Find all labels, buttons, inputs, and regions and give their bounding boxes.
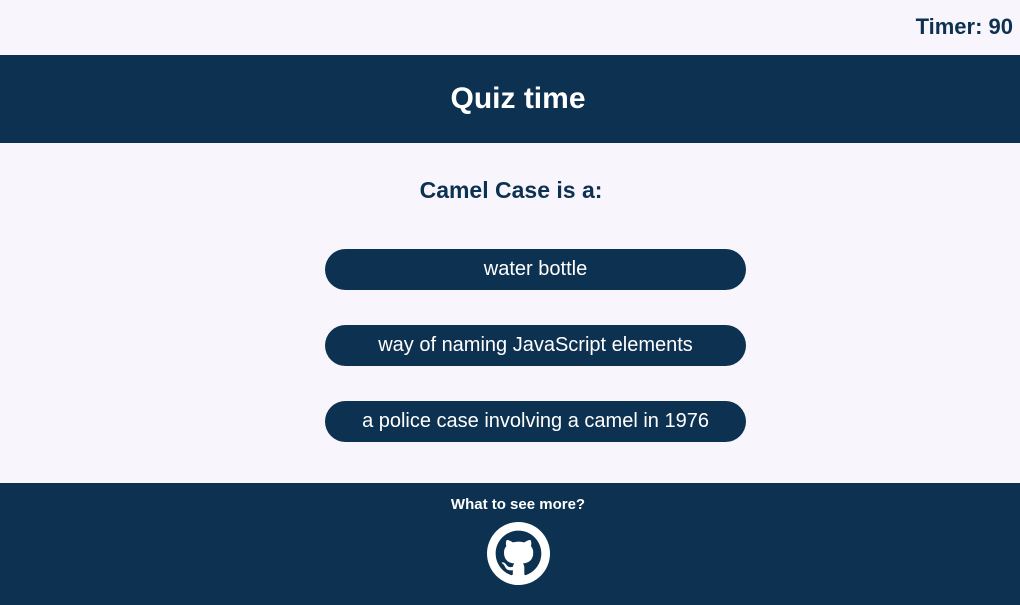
github-icon bbox=[487, 522, 550, 585]
footer: What to see more? bbox=[0, 483, 1020, 605]
answer-button-water-bottle[interactable]: water bottle bbox=[325, 249, 746, 290]
header-banner: Quiz time bbox=[0, 55, 1020, 143]
page-title: Quiz time bbox=[450, 82, 586, 115]
timer: Timer: 90 bbox=[915, 14, 1013, 39]
page: Timer: 90 Quiz time Camel Case is a: wat… bbox=[0, 0, 1020, 605]
github-link[interactable] bbox=[487, 522, 550, 585]
quiz-question: Camel Case is a: bbox=[0, 177, 1020, 204]
question-text: Camel Case is a: bbox=[419, 177, 603, 203]
answer-button-police-case[interactable]: a police case involving a camel in 1976 bbox=[325, 401, 746, 442]
answer-button-naming-convention[interactable]: way of naming JavaScript elements bbox=[325, 325, 746, 366]
footer-text: What to see more? bbox=[450, 496, 586, 513]
